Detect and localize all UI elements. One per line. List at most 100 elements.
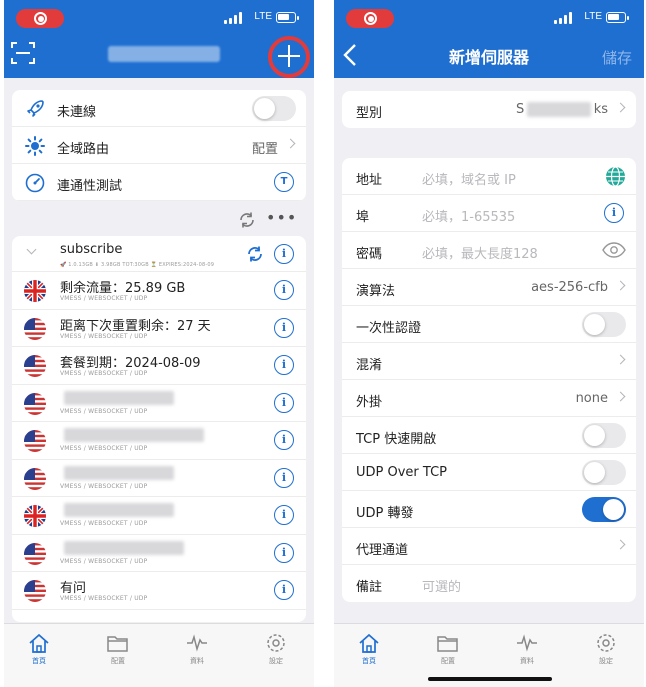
chevron-right-icon (615, 354, 626, 365)
add-server-screen: LTE 新增伺服器 儲存 型別 S ks 地址 必填，域名或 IP 埠 必填，1… (334, 0, 644, 687)
udp-over-tcp-toggle[interactable] (582, 460, 626, 485)
server-protocol: VMESS / WEBSOCKET / UDP (60, 407, 148, 415)
tab-home[interactable]: 首頁 (339, 632, 399, 666)
proxy-chain-label: 代理通道 (356, 543, 409, 558)
udp-relay-toggle[interactable] (582, 497, 626, 522)
address-input[interactable]: 必填，域名或 IP (422, 169, 516, 188)
page-title: 新增伺服器 (448, 48, 529, 67)
port-input[interactable]: 必填，1-65535 (422, 206, 515, 225)
udp-over-tcp-row: UDP Over TCP (342, 454, 636, 491)
screen-recording-indicator[interactable] (16, 9, 64, 28)
port-row[interactable]: 埠 必填，1-65535 i (342, 195, 636, 232)
port-info-icon[interactable]: i (604, 203, 624, 223)
subscription-card: subscribe 🚀 1.0.13GB ⬇ 3.98GB TOT:30GB ⏳… (12, 236, 306, 622)
server-list-screen: LTE 未連線 全域路由 配置 連通性測試 T ••• subscribe 🚀 … (4, 0, 314, 687)
tab-profiles[interactable]: 配置 (418, 632, 478, 666)
rocket-icon (27, 100, 44, 117)
proxy-chain-row[interactable]: 代理通道 (342, 528, 636, 565)
password-input[interactable]: 必填，最大長度128 (422, 243, 538, 262)
remark-row[interactable]: 備註 可選的 (342, 565, 636, 602)
remark-input[interactable]: 可選的 (422, 576, 461, 595)
server-info-icon[interactable]: i (274, 392, 294, 413)
password-label: 密碼 (356, 247, 383, 262)
cipher-row[interactable]: 演算法 aes-256-cfb (342, 269, 636, 306)
add-server-button[interactable] (268, 36, 310, 78)
home-icon (29, 633, 49, 653)
us-flag-icon (24, 355, 46, 377)
connection-status-row: 未連線 (12, 90, 306, 127)
globe-icon[interactable] (605, 166, 626, 187)
server-row[interactable]: VMESS / WEBSOCKET / UDP i (12, 385, 306, 422)
server-row[interactable]: 剩余流量：25.89 GB VMESS / WEBSOCKET / UDP i (12, 272, 306, 310)
tcp-fast-open-toggle[interactable] (582, 423, 626, 448)
tab-data[interactable]: 資料 (497, 632, 557, 666)
server-row[interactable]: VMESS / WEBSOCKET / UDP i (12, 422, 306, 460)
chevron-right-icon (615, 280, 626, 291)
blurred-title (108, 46, 220, 62)
server-row[interactable]: 有问 VMESS / WEBSOCKET / UDP i (12, 572, 306, 610)
status-bar: LTE (4, 6, 314, 30)
obfs-row[interactable]: 混淆 (342, 343, 636, 380)
save-button[interactable]: 儲存 (602, 47, 632, 68)
server-info-icon[interactable]: i (274, 355, 294, 375)
server-protocol: VMESS / WEBSOCKET / UDP (60, 595, 148, 602)
obfs-label: 混淆 (356, 358, 383, 373)
refresh-all-icon[interactable] (238, 211, 256, 229)
tab-settings[interactable]: 設定 (246, 632, 306, 666)
more-icon[interactable]: ••• (266, 208, 297, 227)
tab-profiles[interactable]: 配置 (88, 632, 148, 666)
tab-home[interactable]: 首頁 (9, 632, 69, 666)
server-info-icon[interactable]: i (274, 317, 294, 338)
server-row[interactable]: 套餐到期：2024-08-09 VMESS / WEBSOCKET / UDP i (12, 347, 306, 385)
routing-value: 配置 (251, 142, 278, 157)
server-info-icon[interactable]: i (274, 580, 294, 600)
network-label: LTE (254, 11, 272, 22)
scan-qr-icon[interactable] (10, 40, 36, 66)
chevron-down-icon[interactable] (26, 244, 37, 255)
us-flag-icon (24, 580, 46, 602)
subscription-header[interactable]: subscribe 🚀 1.0.13GB ⬇ 3.98GB TOT:30GB ⏳… (12, 236, 306, 272)
connect-toggle[interactable] (252, 96, 296, 121)
tab-bar: 首頁 配置 資料 設定 (4, 623, 314, 687)
type-row[interactable]: 型別 S ks (342, 91, 636, 128)
refresh-subscription-icon[interactable] (246, 245, 264, 263)
tab-data[interactable]: 資料 (167, 632, 227, 666)
tab-bar: 首頁 配置 資料 設定 (334, 623, 644, 687)
server-name: 有问 (60, 581, 87, 596)
gear-icon (267, 634, 285, 652)
plugin-row[interactable]: 外掛 none (342, 380, 636, 417)
server-protocol: VMESS / WEBSOCKET / UDP (60, 295, 148, 302)
server-info-icon[interactable]: i (274, 430, 294, 450)
server-info-icon[interactable]: i (274, 280, 294, 300)
udp-over-tcp-label: UDP Over TCP (356, 465, 447, 480)
blurred-server-name (64, 390, 174, 405)
connectivity-test-label: 連通性測試 (57, 179, 123, 194)
battery-icon (606, 12, 629, 23)
screen-recording-indicator[interactable] (346, 9, 394, 28)
server-info-icon[interactable]: i (274, 542, 294, 563)
one-time-auth-toggle[interactable] (582, 312, 626, 337)
signal-icon (554, 12, 572, 24)
folder-icon (437, 636, 458, 652)
connectivity-test-row[interactable]: 連通性測試 T (12, 164, 306, 201)
test-type-icon[interactable]: T (274, 172, 294, 192)
server-info-icon[interactable]: i (274, 505, 294, 525)
network-label: LTE (584, 11, 602, 22)
subscription-info-icon[interactable]: i (274, 244, 294, 264)
server-info-icon[interactable]: i (274, 467, 294, 488)
app-header: LTE 新增伺服器 儲存 (334, 0, 644, 78)
one-time-auth-label: 一次性認證 (356, 321, 422, 336)
tcp-fast-open-label: TCP 快速開啟 (356, 432, 437, 447)
password-row[interactable]: 密碼 必填，最大長度128 (342, 232, 636, 269)
home-icon (359, 633, 379, 653)
routing-row[interactable]: 全域路由 配置 (12, 127, 306, 164)
blurred-server-name (64, 503, 174, 517)
server-row[interactable]: VMESS / WEBSOCKET / UDP i (12, 535, 306, 572)
eye-icon[interactable] (602, 242, 626, 258)
server-row[interactable]: VMESS / WEBSOCKET / UDP i (12, 497, 306, 535)
server-row[interactable]: VMESS / WEBSOCKET / UDP i (12, 460, 306, 497)
server-row[interactable]: 距离下次重置剩余：27 天 VMESS / WEBSOCKET / UDP i (12, 310, 306, 347)
address-row[interactable]: 地址 必填，域名或 IP (342, 158, 636, 195)
tab-settings[interactable]: 設定 (576, 632, 636, 666)
server-protocol: VMESS / WEBSOCKET / UDP (60, 557, 148, 565)
